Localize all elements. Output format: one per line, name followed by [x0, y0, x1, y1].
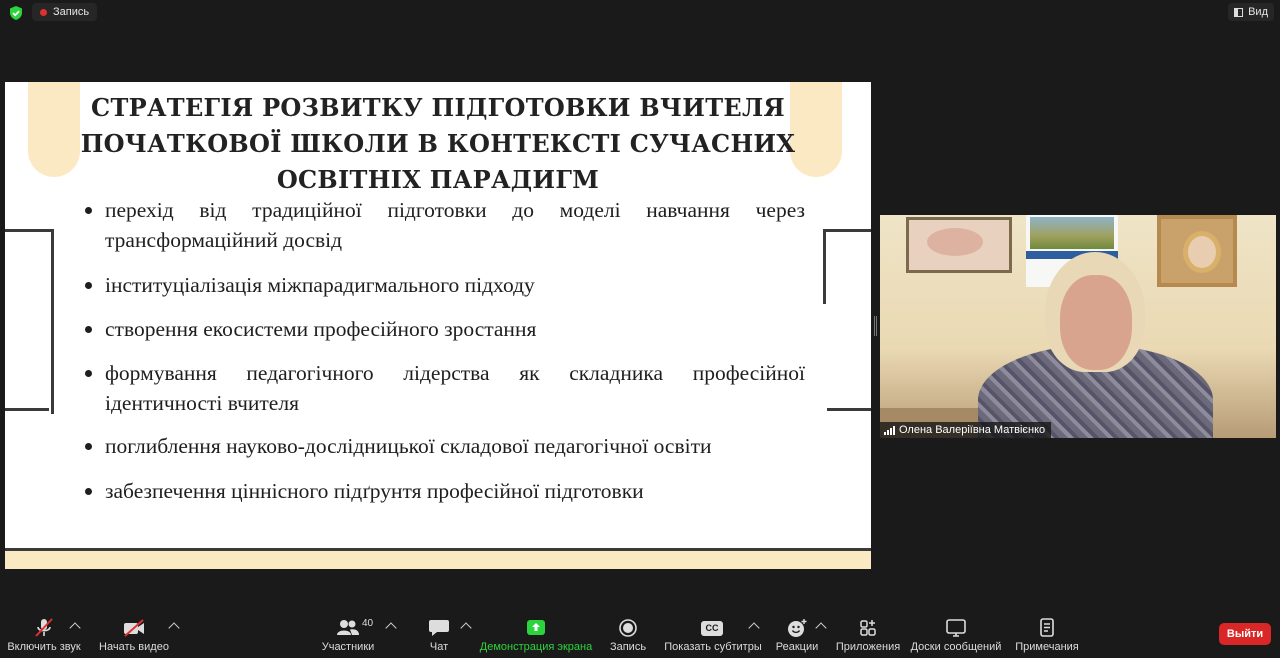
- view-layout-icon: [1234, 7, 1244, 17]
- reactions-button[interactable]: Реакции: [774, 608, 820, 658]
- wall-painting: [906, 217, 1012, 273]
- signal-strength-icon: [884, 425, 895, 435]
- slide-bullet: формування педагогічного лідерства як ск…: [85, 358, 805, 418]
- unmute-button[interactable]: Включить звук: [7, 608, 81, 658]
- reactions-icon: [785, 618, 809, 638]
- captions-button[interactable]: CC Показать субтитры: [664, 608, 762, 658]
- apps-label: Приложения: [835, 641, 901, 653]
- share-screen-icon: [524, 618, 548, 638]
- slide-decor-line-left: [5, 408, 49, 411]
- participants-options-chevron-icon[interactable]: [385, 622, 397, 634]
- microphone-muted-icon: [32, 618, 56, 638]
- chat-options-chevron-icon[interactable]: [460, 622, 472, 634]
- slide-decor-line-right: [827, 408, 871, 411]
- captions-label: Показать субтитры: [664, 641, 762, 653]
- participants-button[interactable]: 40 Участники: [320, 608, 376, 658]
- slide-bullet: перехід від традиційної підготовки до мо…: [85, 195, 805, 255]
- record-label: Запись: [609, 641, 647, 653]
- captions-icon-text: CC: [701, 620, 723, 636]
- meeting-toolbar: Включить звук Начать видео 40 Участники …: [0, 608, 1280, 658]
- reactions-label: Реакции: [775, 641, 819, 653]
- notes-label: Примечания: [1015, 641, 1079, 653]
- whiteboards-button[interactable]: Доски сообщений: [910, 608, 1002, 658]
- participant-name-tag: Олена Валеріївна Матвієнко: [880, 422, 1052, 438]
- share-screen-label: Демонстрация экрана: [479, 641, 593, 653]
- video-options-chevron-icon[interactable]: [168, 622, 180, 634]
- slide-decor-bracket-left: [5, 229, 54, 414]
- chat-icon: [427, 618, 451, 638]
- record-icon: [616, 618, 640, 638]
- recording-dot-icon: [40, 8, 47, 16]
- camera-off-icon: [122, 618, 146, 638]
- record-button[interactable]: Запись: [606, 608, 650, 658]
- slide-bullet: створення екосистеми професійного зроста…: [85, 314, 805, 344]
- captions-icon: CC: [701, 618, 725, 638]
- slide-bullet: поглиблення науково-дослідницької складо…: [85, 431, 805, 461]
- participant-face: [1060, 275, 1132, 370]
- wall-icon-picture: [1157, 215, 1237, 287]
- participants-label: Участники: [321, 641, 375, 653]
- chat-label: Чат: [429, 641, 449, 653]
- view-button[interactable]: Вид: [1228, 3, 1274, 21]
- apps-icon: [856, 618, 880, 638]
- slide-bullet-list: перехід від традиційної підготовки до мо…: [85, 195, 805, 506]
- leave-meeting-button[interactable]: Выйти: [1219, 623, 1271, 645]
- slide-footer-band: [5, 548, 871, 569]
- slide-bullet: інституціалізація міжпарадигмального під…: [85, 270, 805, 300]
- apps-button[interactable]: Приложения: [836, 608, 900, 658]
- participant-name: Олена Валеріївна Матвієнко: [899, 424, 1046, 436]
- slide-title: СТРАТЕГІЯ РОЗВИТКУ ПІДГОТОВКИ ВЧИТЕЛЯ ПО…: [80, 93, 796, 194]
- slide-bullet: забезпечення ціннісного підґрунтя профес…: [85, 476, 805, 506]
- participants-count: 40: [362, 618, 374, 629]
- view-label: Вид: [1248, 6, 1268, 18]
- participants-icon: 40: [336, 618, 373, 638]
- share-screen-button[interactable]: Демонстрация экрана: [479, 608, 593, 658]
- recording-indicator[interactable]: Запись: [32, 3, 98, 21]
- whiteboards-label: Доски сообщений: [910, 641, 1002, 653]
- start-video-button[interactable]: Начать видео: [99, 608, 169, 658]
- slide-decor-bracket-right: [823, 229, 871, 304]
- whiteboard-icon: [944, 618, 968, 638]
- shared-screen-slide: СТРАТЕГІЯ РОЗВИТКУ ПІДГОТОВКИ ВЧИТЕЛЯ ПО…: [5, 82, 871, 569]
- chat-button[interactable]: Чат: [420, 608, 458, 658]
- unmute-label: Включить звук: [7, 641, 81, 653]
- panel-resize-handle[interactable]: [874, 316, 877, 336]
- participant-video-tile[interactable]: Олена Валеріївна Матвієнко: [880, 215, 1276, 438]
- security-shield-icon[interactable]: [8, 5, 24, 21]
- start-video-label: Начать видео: [99, 641, 169, 653]
- notes-icon: [1035, 618, 1059, 638]
- recording-label: Запись: [53, 6, 90, 18]
- notes-button[interactable]: Примечания: [1014, 608, 1080, 658]
